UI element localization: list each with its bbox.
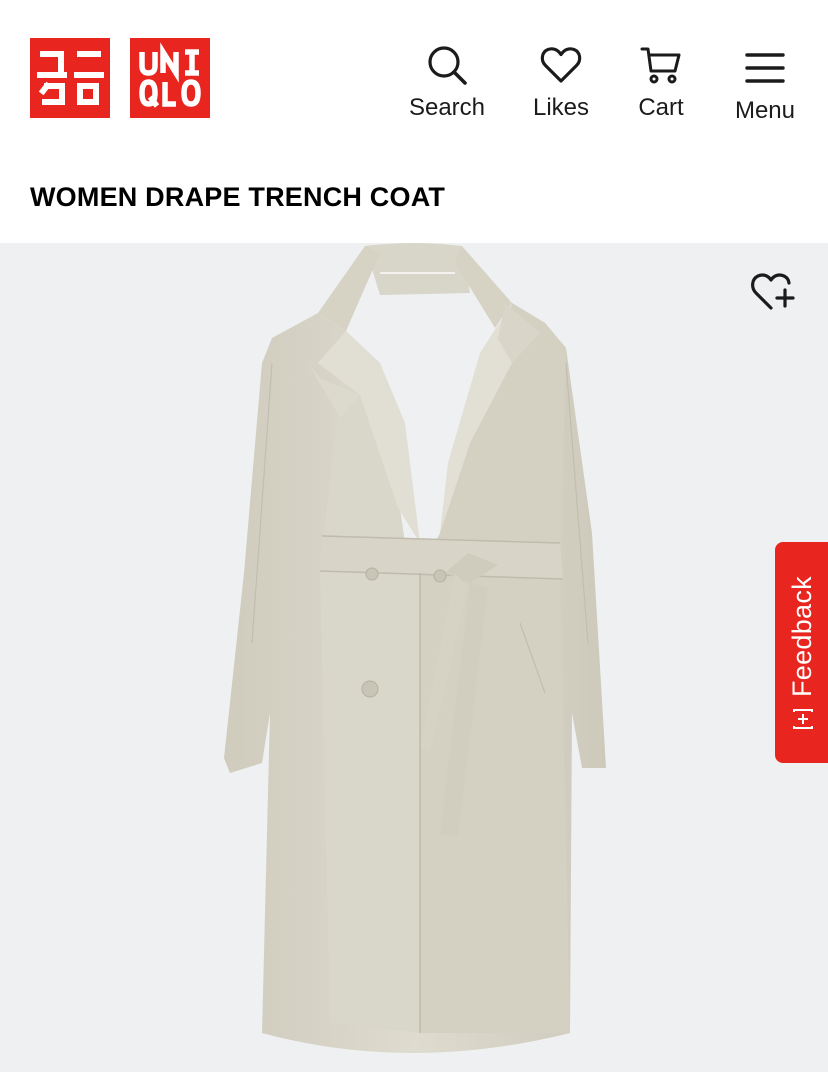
hamburger-menu-icon	[745, 43, 785, 93]
cart-button[interactable]: Cart	[631, 40, 691, 122]
feedback-label: Feedback	[786, 575, 817, 697]
latin-logo-graphic	[139, 42, 201, 108]
likes-button[interactable]: Likes	[526, 40, 596, 122]
product-title: WOMEN DRAPE TRENCH COAT	[30, 182, 446, 212]
search-label: Search	[408, 94, 486, 121]
cart-label: Cart	[638, 94, 684, 121]
search-icon	[426, 40, 468, 90]
add-to-wishlist-button[interactable]	[750, 268, 798, 314]
uniqlo-katakana-logo[interactable]	[30, 38, 110, 118]
heart-icon	[540, 40, 582, 90]
feedback-tab[interactable]: Feedback	[775, 542, 828, 763]
menu-button[interactable]: Menu	[731, 43, 799, 125]
katakana-logo-graphic	[37, 51, 104, 105]
product-image[interactable]	[0, 243, 828, 1072]
heart-plus-icon	[751, 273, 795, 310]
search-button[interactable]: Search	[406, 40, 488, 122]
uniqlo-latin-logo[interactable]	[130, 38, 210, 118]
product-title-bar: WOMEN DRAPE TRENCH COAT	[0, 156, 828, 243]
feedback-plus-icon	[792, 708, 812, 729]
cart-icon	[640, 40, 682, 90]
product-image-area: Feedback	[0, 243, 828, 1072]
likes-label: Likes	[532, 94, 590, 121]
feedback-tab-content: Feedback	[776, 543, 828, 764]
menu-label: Menu	[734, 97, 796, 124]
site-header: Search Likes Cart Menu	[0, 0, 828, 156]
